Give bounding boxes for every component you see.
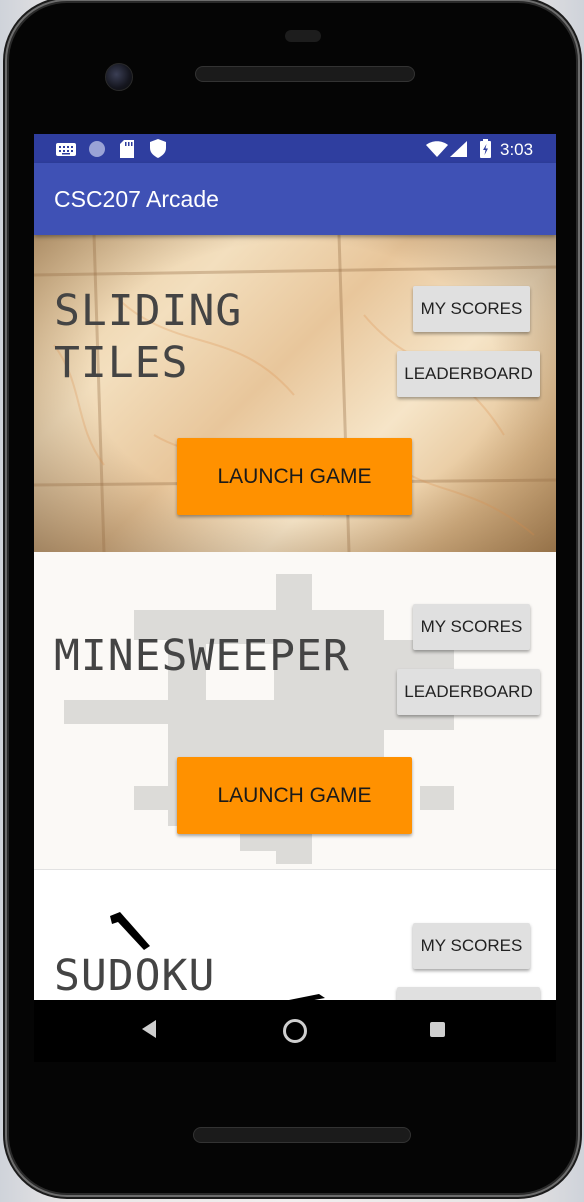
game-card-sliding-tiles: SLIDING TILES MY SCORES LEADERBOARD LAUN… [34,235,556,552]
circle-icon [89,141,105,157]
games-list[interactable]: SLIDING TILES MY SCORES LEADERBOARD LAUN… [34,235,556,1000]
shield-icon [150,139,166,158]
launch-game-button[interactable]: LAUNCH GAME [177,438,412,515]
device-screen: 3:03 CSC207 Arcade SLIDING TILES MY SCOR… [34,134,556,1000]
back-icon[interactable] [142,1020,156,1038]
my-scores-button[interactable]: MY SCORES [413,923,530,969]
game-card-sudoku: SUDOKU MY SCORES [34,870,556,1000]
sudoku-decoration-icon [110,912,150,950]
my-scores-button[interactable]: MY SCORES [413,286,530,332]
signal-icon [450,141,467,157]
game-title-sudoku: SUDOKU [54,951,216,1000]
wifi-icon [426,141,448,157]
home-icon[interactable] [283,1019,307,1043]
leaderboard-button[interactable]: LEADERBOARD [397,669,540,715]
game-title-sliding-tiles: SLIDING TILES [54,286,243,388]
my-scores-button[interactable]: MY SCORES [413,604,530,650]
leaderboard-button-partial[interactable] [397,987,540,1000]
battery-icon [480,139,491,158]
recents-icon[interactable] [430,1022,445,1037]
sudoku-decoration-icon [289,994,325,1000]
launch-game-button[interactable]: LAUNCH GAME [177,757,412,834]
proximity-sensor [285,30,321,42]
bottom-speaker [193,1127,411,1143]
app-title: CSC207 Arcade [54,186,219,212]
sd-card-icon [120,140,134,158]
game-title-minesweeper: MINESWEEPER [54,631,350,681]
navigation-bar [34,1000,556,1062]
game-card-minesweeper: MINESWEEPER MY SCORES LEADERBOARD LAUNCH… [34,552,556,870]
earpiece-speaker [195,66,415,82]
status-bar: 3:03 [34,134,556,163]
front-camera-icon [105,63,133,91]
clock: 3:03 [500,140,534,159]
leaderboard-button[interactable]: LEADERBOARD [397,351,540,397]
app-bar: CSC207 Arcade [34,163,556,235]
keyboard-icon [56,143,76,156]
